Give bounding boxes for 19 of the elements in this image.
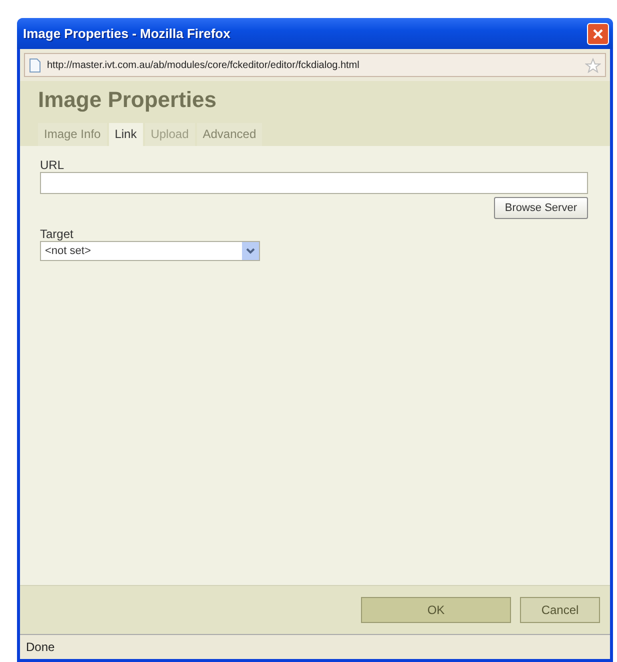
target-dropdown[interactable]: <not set>: [40, 241, 260, 261]
dialog-title: Image Properties: [38, 87, 218, 113]
status-text: Done: [26, 640, 55, 654]
close-icon: [592, 28, 604, 40]
tab[interactable]: Advanced: [196, 123, 262, 146]
cancel-button[interactable]: Cancel: [520, 597, 600, 623]
close-button[interactable]: [587, 22, 609, 44]
star-icon[interactable]: [585, 58, 601, 72]
window-title: Image Properties - Mozilla Firefox: [23, 26, 230, 41]
tab[interactable]: Link: [108, 123, 143, 146]
field-label: URL: [40, 158, 66, 172]
field-label: Target: [40, 227, 74, 241]
ok-button[interactable]: OK: [361, 597, 511, 623]
url-text: http://master.ivt.com.au/ab/modules/core/fckeditor/editor/fckdialog.html: [47, 60, 360, 70]
tab[interactable]: Image Info: [38, 123, 107, 146]
url-input-field[interactable]: [40, 172, 588, 194]
address-bar[interactable]: http://master.ivt.com.au/ab/modules/core/fckeditor/editor/fckdialog.html: [24, 53, 606, 77]
page-icon: [29, 58, 41, 72]
browse-server-button[interactable]: Browse Server: [494, 197, 588, 219]
